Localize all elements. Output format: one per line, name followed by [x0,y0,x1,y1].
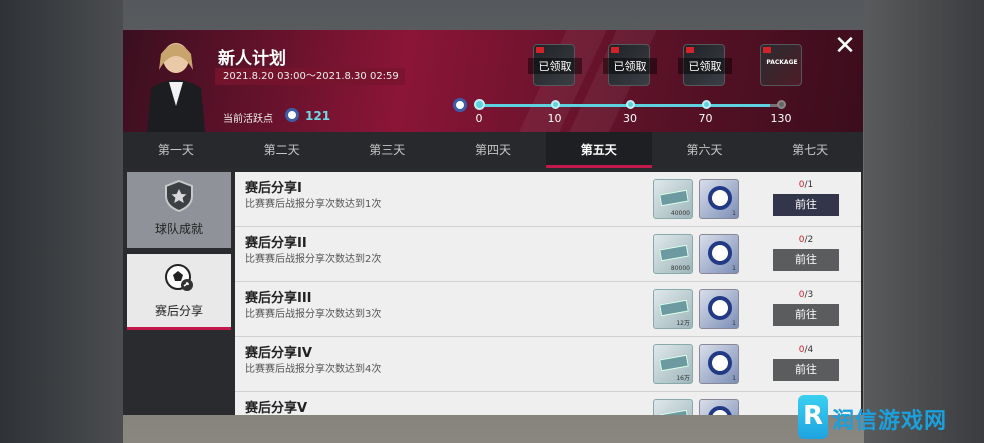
milestone-marker [701,100,711,109]
milestone-reward-1[interactable]: 已领取 [528,44,582,86]
item-count: 1 [732,320,736,327]
task-progress-total: /2 [804,235,814,245]
cash-amount: 16万 [676,375,690,382]
tab-day-5[interactable]: 第五天 [545,132,652,168]
tab-day-1[interactable]: 第一天 [123,132,229,168]
reward-tag-icon [611,47,619,53]
task-name: 赛后分享II [245,236,307,251]
task-list[interactable]: 赛后分享I 比赛赛后战报分享次数达到1次 40000 1 0/1 前往 赛后分享… [235,172,861,415]
reward-claimed-label: 已领取 [678,58,732,74]
item-count: 1 [732,265,736,272]
task-progress: 0/3 [773,290,839,300]
football-item-icon[interactable]: 1 [699,234,739,274]
watermark-logo-icon [798,395,828,439]
progress-fill [479,104,770,107]
task-name: 赛后分享V [245,401,308,415]
football-item-icon[interactable]: 1 [699,179,739,219]
character-avatar [147,43,205,132]
item-count: 1 [732,375,736,382]
tab-day-6[interactable]: 第六天 [652,132,758,168]
cash-reward-icon[interactable]: 80000 [653,234,693,274]
task-progress-total: /1 [804,180,814,190]
football-share-icon [165,264,193,291]
cash-amount: 12万 [676,320,690,327]
day-tabs: 第一天 第二天 第三天 第四天 第五天 第六天 第七天 [123,132,863,168]
milestone-reward-package[interactable]: PACKAGE [760,44,802,86]
reward-tag-icon [536,47,544,53]
activity-value: 121 [305,109,331,123]
category-sidebar: 球队成就 赛后分享 [127,172,231,336]
tab-day-7[interactable]: 第七天 [757,132,863,168]
tab-day-4[interactable]: 第四天 [440,132,546,168]
tab-day-2[interactable]: 第二天 [229,132,335,168]
page-title: 新人计划 [218,49,286,69]
event-date-range: 2021.8.20 03:00～2021.8.30 02:59 [215,68,405,85]
sidebar-item-label: 赛后分享 [154,304,203,318]
milestone-marker [777,100,786,109]
milestone-label: 0 [475,112,483,125]
activity-points-icon [453,98,467,112]
milestone-label: 30 [623,112,637,125]
cash-reward-icon[interactable] [653,399,693,415]
task-progress-total: /4 [804,345,814,355]
milestone-marker [474,99,485,110]
task-progress: 0/1 [773,180,839,190]
task-description: 比赛赛后战报分享次数达到1次 [245,199,382,210]
cash-amount: 40000 [670,210,690,217]
sidebar-item-team-achievement[interactable]: 球队成就 [127,172,231,248]
task-progress: 0/4 [773,345,839,355]
watermark-text: 润信游戏网 [832,409,948,434]
site-watermark: 润信游戏网 [790,393,984,443]
package-label: PACKAGE [766,59,798,66]
go-button[interactable]: 前往 [773,194,839,216]
task-row: 赛后分享III 比赛赛后战报分享次数达到3次 12万 1 0/3 前往 [235,282,861,337]
task-row: 赛后分享II 比赛赛后战报分享次数达到2次 80000 1 0/2 前往 [235,227,861,282]
task-description: 比赛赛后战报分享次数达到2次 [245,254,382,265]
go-button[interactable]: 前往 [773,249,839,271]
task-row: 赛后分享IV 比赛赛后战报分享次数达到4次 16万 1 0/4 前往 [235,337,861,392]
go-button[interactable]: 前往 [773,359,839,381]
activity-points-icon [285,108,299,122]
football-item-icon[interactable]: 1 [699,344,739,384]
cash-reward-icon[interactable]: 16万 [653,344,693,384]
football-item-icon[interactable]: 1 [699,289,739,329]
milestone-marker [550,100,560,109]
task-description: 比赛赛后战报分享次数达到4次 [245,364,382,375]
tab-day-3[interactable]: 第三天 [334,132,440,168]
task-row: 赛后分享V [235,392,861,415]
cash-reward-icon[interactable]: 12万 [653,289,693,329]
milestone-label: 10 [547,112,562,125]
cash-amount: 80000 [670,265,690,272]
close-button[interactable]: ✕ [833,33,857,60]
reward-tag-icon [763,47,771,53]
milestone-reward-3[interactable]: 已领取 [678,44,732,86]
cash-reward-icon[interactable]: 40000 [653,179,693,219]
task-name: 赛后分享IV [245,346,312,361]
reward-claimed-label: 已领取 [603,58,657,74]
go-button[interactable]: 前往 [773,304,839,326]
task-description: 比赛赛后战报分享次数达到3次 [245,309,382,320]
sidebar-item-post-match-share[interactable]: 赛后分享 [127,254,231,330]
milestone-label: 70 [698,112,713,125]
reward-tag-icon [686,47,694,53]
sidebar-item-label: 球队成就 [154,222,203,236]
task-name: 赛后分享III [245,291,312,306]
activity-label: 当前活跃点 [223,114,273,125]
football-item-icon[interactable] [699,399,739,415]
task-name: 赛后分享I [245,181,302,196]
star-shield-icon [165,180,193,212]
milestone-reward-2[interactable]: 已领取 [603,44,657,86]
milestone-label: 130 [770,112,792,125]
reward-claimed-label: 已领取 [528,58,582,74]
task-progress-total: /3 [804,290,814,300]
milestone-marker [626,100,635,109]
item-count: 1 [732,210,736,217]
task-row: 赛后分享I 比赛赛后战报分享次数达到1次 40000 1 0/1 前往 [235,172,861,227]
panel-header: 新人计划 2021.8.20 03:00～2021.8.30 02:59 当前活… [123,30,863,132]
newbie-plan-panel: 新人计划 2021.8.20 03:00～2021.8.30 02:59 当前活… [123,30,863,415]
task-progress: 0/2 [773,235,839,245]
